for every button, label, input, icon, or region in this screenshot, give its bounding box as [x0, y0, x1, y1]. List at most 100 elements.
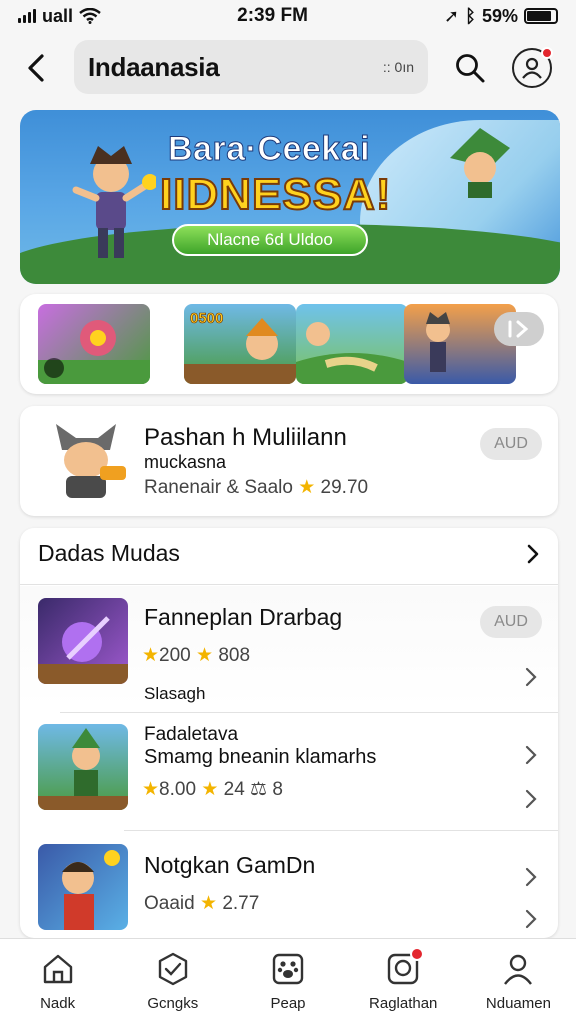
featured-app-rating: Ranenair & Saalo ★ 29.70 — [144, 476, 368, 499]
list-item[interactable]: Fadaletava Smamg bneanin klamarhs ★8.00 … — [20, 714, 558, 828]
search-icon — [456, 54, 485, 83]
banner-cta-button[interactable]: Nlacne 6d Uldoo — [172, 224, 368, 256]
app-get-button[interactable]: AUD — [480, 606, 542, 638]
search-button[interactable] — [450, 48, 490, 88]
nav-item-profile[interactable]: Nduamen — [461, 939, 576, 1024]
home-icon — [43, 954, 72, 984]
bluetooth-icon: ᛒ — [465, 5, 476, 26]
search-value: Indaanasia — [88, 51, 220, 82]
chevron-right-icon[interactable] — [522, 866, 540, 888]
app-rating: ★200 ★ 808 — [142, 644, 250, 667]
rating-text: Ranenair & Saalo — [144, 477, 293, 498]
app-header: Indaanasia :: 0ın — [0, 40, 576, 96]
nav-label: Nadk — [40, 995, 76, 1012]
nav-item-updates[interactable]: Raglathan — [346, 939, 461, 1024]
rating-b: 808 — [218, 645, 251, 666]
user-icon — [504, 954, 533, 985]
carousel-thumb-2[interactable]: 0500 — [184, 304, 296, 384]
app-title: Fadaletava — [144, 724, 239, 745]
rating-text: Oaaid — [144, 893, 195, 914]
nav-label: Raglathan — [369, 995, 438, 1012]
star-icon: ★ — [142, 645, 160, 666]
back-button[interactable] — [20, 50, 52, 86]
app-list-section: Dadas Mudas Fanneplan Drarbag ★200 ★ 808… — [20, 528, 558, 938]
promo-banner[interactable]: Bara·Ceekai IIDNESSA! Nlacne 6d Uldoo — [20, 110, 560, 284]
nav-item-games[interactable]: Gcngks — [115, 939, 230, 1024]
carousel-thumb-label: 0500 — [190, 310, 224, 328]
app-note: Slasagh — [144, 684, 206, 703]
search-input[interactable]: Indaanasia :: 0ın — [74, 40, 428, 94]
side-character-image — [450, 128, 510, 198]
app-icon-1 — [38, 598, 128, 684]
search-meta: :: 0ın — [382, 59, 414, 75]
rating-a: 8.00 — [159, 779, 197, 800]
rating-b: 2.77 — [222, 893, 260, 914]
app-rating: ★8.00 ★ 24 ⚖ 8 — [142, 778, 283, 801]
location-icon: ➚ — [444, 5, 460, 26]
chevron-right-icon[interactable] — [522, 744, 540, 766]
status-right: ➚ ᛒ 59% — [444, 6, 558, 27]
wifi-icon — [79, 8, 101, 24]
app-description: Smamg bneanin klamarhs — [144, 746, 377, 768]
carrier-label: uall — [42, 5, 74, 26]
notification-badge — [541, 47, 553, 59]
chevron-right-icon[interactable] — [522, 908, 540, 930]
game-art-icon — [296, 322, 408, 384]
carousel-thumb-3[interactable] — [296, 304, 408, 384]
profile-button[interactable] — [512, 47, 553, 88]
list-item[interactable]: Notgkan GamDn Oaaid ★ 2.77 — [20, 832, 558, 938]
game-art-icon — [62, 850, 120, 930]
star-icon: ★ — [196, 645, 214, 666]
chevron-right-icon — [508, 320, 529, 338]
banner-subtitle: IIDNESSA! — [159, 169, 392, 220]
rating-b: 24 ⚖ 8 — [223, 779, 283, 800]
star-icon: ★ — [199, 893, 218, 914]
featured-app-subtitle: muckasna — [144, 452, 227, 472]
video-tag-icon — [44, 358, 64, 378]
app-title: Fanneplan Drarbag — [144, 604, 343, 630]
divider — [20, 584, 558, 585]
banner-title: Bara·Ceekai — [167, 130, 371, 169]
nav-label: Gcngks — [147, 995, 199, 1012]
featured-app-title: Pashan h Muliilann — [144, 424, 347, 451]
featured-app-card[interactable]: Pashan h Muliilann muckasna Ranenair & S… — [20, 406, 558, 516]
nav-label: Nduamen — [485, 995, 551, 1012]
nav-item-apps[interactable]: Peap — [230, 939, 345, 1024]
notification-badge — [409, 947, 424, 961]
carousel-next-button[interactable] — [494, 312, 544, 346]
rating-value: 29.70 — [320, 477, 369, 498]
nav-item-home[interactable]: Nadk — [0, 939, 115, 1024]
screenshot-carousel: 0500 — [20, 294, 558, 394]
clock: 2:39 FM — [237, 5, 308, 26]
carousel-thumb-1[interactable] — [38, 304, 150, 384]
status-bar: uall 2:39 FM ➚ ᛒ 59% — [0, 0, 576, 32]
section-heading: Dadas Mudas — [38, 540, 180, 566]
rating-a: 200 — [159, 645, 191, 666]
battery-icon — [523, 8, 558, 24]
divider — [60, 712, 558, 713]
games-icon — [158, 952, 187, 986]
star-icon: ★ — [201, 779, 219, 800]
chevron-left-icon — [28, 54, 44, 82]
featured-get-button[interactable]: AUD — [480, 428, 542, 460]
battery-percent: 59% — [481, 5, 518, 26]
game-art-icon — [38, 728, 128, 810]
divider — [124, 830, 558, 831]
user-icon — [522, 57, 542, 79]
status-left: uall — [18, 6, 101, 27]
app-title: Notgkan GamDn — [144, 852, 316, 878]
app-rating: Oaaid ★ 2.77 — [144, 892, 259, 915]
hero-character-image — [72, 146, 156, 258]
chevron-right-icon[interactable] — [522, 666, 540, 688]
chevron-right-icon[interactable] — [522, 542, 544, 566]
chevron-right-icon[interactable] — [522, 788, 540, 810]
featured-app-icon — [56, 424, 126, 498]
star-icon: ★ — [142, 779, 160, 800]
app-icon-3 — [38, 844, 128, 930]
star-icon: ★ — [298, 477, 316, 498]
signal-icon — [18, 9, 36, 23]
bottom-nav: Nadk Gcngks Peap Raglathan Nduamen — [0, 938, 576, 1024]
list-item[interactable]: Fanneplan Drarbag ★200 ★ 808 Slasagh AUD — [20, 586, 558, 708]
nav-label: Peap — [270, 995, 306, 1012]
app-icon-2 — [38, 724, 128, 810]
